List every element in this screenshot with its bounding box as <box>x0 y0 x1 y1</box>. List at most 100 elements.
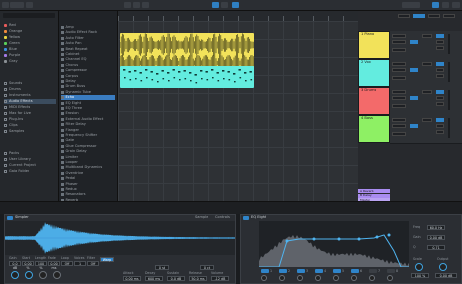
eq-band-toggle[interactable] <box>369 269 377 273</box>
file-item[interactable]: Redux <box>61 187 115 192</box>
monitor-auto-button[interactable] <box>410 68 418 72</box>
places-item[interactable]: Packs <box>4 151 19 156</box>
category-item[interactable]: MIDI Effects <box>4 105 30 110</box>
track-activator-button[interactable] <box>436 118 444 122</box>
sampler-knob[interactable] <box>39 271 47 279</box>
places-item[interactable]: User Library <box>4 157 31 162</box>
record-button[interactable] <box>142 2 149 8</box>
file-item[interactable]: Dynamic Tube <box>61 90 115 95</box>
eq-band-handle[interactable] <box>387 233 391 237</box>
eq-band-toggle[interactable] <box>279 269 287 273</box>
clip-slot[interactable]: 3 Drums <box>358 87 390 115</box>
file-item[interactable]: Chorus <box>61 63 115 68</box>
eq-band-handle[interactable] <box>337 237 341 241</box>
file-item[interactable]: Echo <box>61 95 115 101</box>
sampler-param-value[interactable]: 0.00 % <box>22 261 34 270</box>
category-item[interactable]: Clips <box>4 123 18 128</box>
key-map-button[interactable] <box>442 2 449 8</box>
sampler-knob[interactable] <box>53 271 61 279</box>
category-item[interactable]: Audio Effects <box>4 99 56 104</box>
file-item[interactable]: Multiband Dynamics <box>61 165 115 170</box>
automation-arm-button[interactable] <box>212 2 219 8</box>
category-item[interactable]: Instruments <box>4 93 31 98</box>
solo-button[interactable] <box>436 124 444 128</box>
arm-button[interactable] <box>436 46 444 50</box>
session-header-button[interactable] <box>443 14 455 18</box>
arm-button[interactable] <box>436 102 444 106</box>
output-select[interactable] <box>392 48 406 52</box>
file-item[interactable]: Glue Compressor <box>61 144 115 149</box>
file-item[interactable]: Overdrive <box>61 171 115 176</box>
eq-gain-field[interactable]: 0.00 dB <box>427 235 445 240</box>
eq-band-toggle[interactable] <box>297 269 305 273</box>
envelope-value[interactable]: -12 dB <box>211 276 229 281</box>
detune-field[interactable]: 0 ct <box>200 265 214 270</box>
midi-map-button[interactable] <box>432 2 439 8</box>
transpose-field[interactable]: 0 st <box>155 265 169 270</box>
eq-spectrum-display[interactable] <box>259 221 409 267</box>
eq-band-knob[interactable] <box>351 275 357 281</box>
collection-item[interactable]: Yellow <box>4 35 20 40</box>
file-item[interactable]: External Audio Effect <box>61 117 115 122</box>
file-item[interactable]: Drum Buss <box>61 84 115 89</box>
file-item[interactable]: Auto Filter <box>61 36 115 41</box>
monitor-auto-button[interactable] <box>410 40 418 44</box>
volume-field[interactable] <box>422 90 432 94</box>
clip-slot[interactable]: 4 Bass <box>358 115 390 143</box>
collection-item[interactable]: Red <box>4 23 16 28</box>
input-channel-select[interactable] <box>392 68 406 72</box>
category-item[interactable]: Max for Live <box>4 111 31 116</box>
category-item[interactable]: Drums <box>4 87 21 92</box>
sampler-knob[interactable] <box>25 271 33 279</box>
file-item[interactable]: Resonators <box>61 192 115 197</box>
file-item[interactable]: EQ Eight <box>61 101 115 106</box>
tempo-field[interactable] <box>10 2 24 8</box>
category-item[interactable]: Samples <box>4 129 24 134</box>
input-type-select[interactable] <box>392 62 406 66</box>
sampler-param-value[interactable]: 100 % <box>35 261 47 270</box>
session-header-button[interactable] <box>398 14 410 18</box>
eq-band-knob[interactable] <box>387 275 393 281</box>
collection-item[interactable]: Orange <box>4 29 22 34</box>
file-item[interactable]: Frequency Shifter <box>61 133 115 138</box>
sample-waveform[interactable] <box>5 221 235 255</box>
track-activator-button[interactable] <box>436 34 444 38</box>
category-item[interactable]: Sounds <box>4 81 22 86</box>
eq-band-toggle[interactable] <box>315 269 323 273</box>
category-item[interactable]: Plug-Ins <box>4 117 23 122</box>
device-power-toggle[interactable] <box>7 216 13 220</box>
file-item[interactable]: EQ Three <box>61 106 115 111</box>
monitor-auto-button[interactable] <box>410 124 418 128</box>
sampler-param-value[interactable]: 0.0 dB <box>9 261 21 270</box>
sampler-knob[interactable] <box>11 271 19 279</box>
file-item[interactable]: Delay <box>61 79 115 84</box>
draw-mode-button[interactable] <box>232 2 239 8</box>
file-item[interactable]: Looper <box>61 160 115 165</box>
file-item[interactable]: Compressor <box>61 68 115 73</box>
solo-button[interactable] <box>436 68 444 72</box>
output-select[interactable] <box>392 104 406 108</box>
file-item[interactable]: Beat Repeat <box>61 47 115 52</box>
arm-button[interactable] <box>436 74 444 78</box>
file-item[interactable]: Audio Effect Rack <box>61 30 115 35</box>
solo-button[interactable] <box>436 40 444 44</box>
eq-power-toggle[interactable] <box>243 216 249 220</box>
eq-band-knob[interactable] <box>315 275 321 281</box>
input-channel-select[interactable] <box>392 40 406 44</box>
eq-band-knob[interactable] <box>333 275 339 281</box>
volume-field[interactable] <box>422 62 432 66</box>
warp-toggle[interactable]: Warp <box>100 257 114 262</box>
collection-item[interactable]: Green <box>4 41 20 46</box>
input-type-select[interactable] <box>392 118 406 122</box>
midi-clip-vox[interactable] <box>120 66 254 88</box>
envelope-value[interactable]: 0.0 dB <box>167 276 185 281</box>
arm-button[interactable] <box>436 130 444 134</box>
collection-item[interactable]: Gray <box>4 59 18 64</box>
file-item[interactable]: Auto Pan <box>61 41 115 46</box>
sampler-mode-sample[interactable]: Sample <box>195 215 208 220</box>
envelope-value[interactable]: 600 ms <box>145 276 163 281</box>
file-item[interactable]: Gate <box>61 138 115 143</box>
sampler-mode-controls[interactable]: Controls <box>215 215 230 220</box>
track-activator-button[interactable] <box>436 62 444 66</box>
solo-button[interactable] <box>436 96 444 100</box>
